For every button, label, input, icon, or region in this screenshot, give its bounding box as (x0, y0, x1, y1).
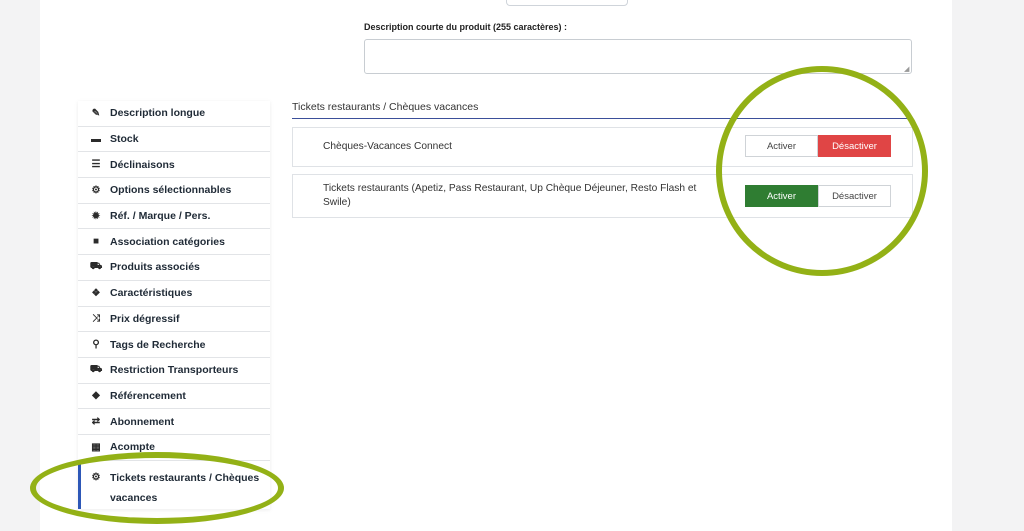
sidebar-item-acompte[interactable]: ▦ Acompte (78, 435, 270, 461)
sidebar-item-label: Association catégories (110, 235, 225, 248)
sidebar-item-label: Abonnement (110, 415, 175, 428)
calculator-icon: ▦ (91, 441, 101, 453)
option-label: Chèques-Vacances Connect (323, 141, 452, 152)
payment-option-row: Chèques-Vacances Connect Activer Désacti… (292, 127, 913, 167)
sliders-icon: ☰ (91, 159, 101, 171)
sidebar-item-stock[interactable]: ▬ Stock (78, 127, 270, 153)
deactivate-button[interactable]: Désactiver (818, 185, 891, 207)
retweet-icon: ⇄ (91, 416, 101, 428)
sidebar-item-label: Référencement (110, 389, 186, 402)
product-tabs-sidebar: ✎ Description longue ▬ Stock ☰ Déclinais… (78, 101, 270, 509)
sidebar-item-label: Acompte (110, 441, 155, 454)
sidebar-item-label: Déclinaisons (110, 158, 175, 171)
toggle-button-group: Activer Désactiver (745, 185, 891, 207)
top-field-remnant[interactable] (506, 0, 628, 6)
section-title: Tickets restaurants / Chèques vacances (292, 101, 912, 119)
resize-grip-icon[interactable]: ◢ (904, 66, 911, 73)
sidebar-item-tags-recherche[interactable]: ⚲ Tags de Recherche (78, 332, 270, 358)
cart-icon: ⛟ (89, 260, 103, 272)
sidebar-item-options-selectionnables[interactable]: ⚙ Options sélectionnables (78, 178, 270, 204)
sidebar-item-label: Description longue (110, 107, 206, 120)
sidebar-item-tickets-restaurants[interactable]: ⚙ Tickets restaurants / Chèques vacances (78, 460, 270, 509)
sidebar-item-caracteristiques[interactable]: ❖ Caractéristiques (78, 281, 270, 307)
sidebar-item-prix-degressif[interactable]: ⤨ Prix dégressif (78, 307, 270, 333)
sidebar-item-label: Restriction Transporteurs (110, 364, 239, 377)
short-description-label: Description courte du produit (255 carac… (364, 22, 568, 32)
sidebar-item-restriction-transporteurs[interactable]: ⛟ Restriction Transporteurs (78, 358, 270, 384)
folder-icon: ■ (92, 236, 100, 248)
sidebar-item-produits-associes[interactable]: ⛟ Produits associés (78, 255, 270, 281)
certificate-icon: ✹ (91, 210, 101, 222)
option-label: Tickets restaurants (Apetiz, Pass Restau… (323, 183, 697, 208)
sidebar-item-declinaisons[interactable]: ☰ Déclinaisons (78, 152, 270, 179)
sidebar-item-label: Réf. / Marque / Pers. (110, 210, 211, 223)
cubes-icon: ❖ (91, 287, 101, 299)
search-icon: ⚲ (92, 339, 100, 351)
activate-button[interactable]: Activer (745, 135, 818, 157)
gears-icon: ⚙ (91, 471, 101, 483)
short-description-field[interactable] (364, 39, 912, 74)
sidebar-item-label: Options sélectionnables (110, 184, 232, 197)
sidebar-item-ref-marque[interactable]: ✹ Réf. / Marque / Pers. (78, 204, 270, 230)
payment-option-row: Tickets restaurants (Apetiz, Pass Restau… (292, 174, 913, 218)
sidebar-item-association-categories[interactable]: ■ Association catégories (78, 229, 270, 256)
sidebar-item-label: Stock (110, 133, 139, 146)
tags-icon: ◆ (92, 390, 100, 402)
sidebar-item-label: Prix dégressif (110, 312, 180, 325)
activate-button[interactable]: Activer (745, 185, 818, 207)
sidebar-item-description-longue[interactable]: ✎ Description longue (78, 101, 270, 127)
sidebar-item-referencement[interactable]: ◆ Référencement (78, 384, 270, 410)
sidebar-item-label: Tickets restaurants / Chèques vacances (110, 471, 260, 504)
gears-icon: ⚙ (91, 184, 101, 196)
box-icon: ▬ (91, 133, 101, 145)
sidebar-item-label: Produits associés (110, 261, 200, 274)
deactivate-button[interactable]: Désactiver (818, 135, 891, 157)
sidebar-item-label: Tags de Recherche (110, 338, 206, 351)
random-icon: ⤨ (92, 313, 100, 325)
edit-icon: ✎ (91, 107, 101, 119)
toggle-button-group: Activer Désactiver (745, 135, 891, 157)
sidebar-item-label: Caractéristiques (110, 287, 193, 300)
truck-icon: ⛟ (89, 363, 103, 375)
sidebar-item-abonnement[interactable]: ⇄ Abonnement (78, 409, 270, 435)
